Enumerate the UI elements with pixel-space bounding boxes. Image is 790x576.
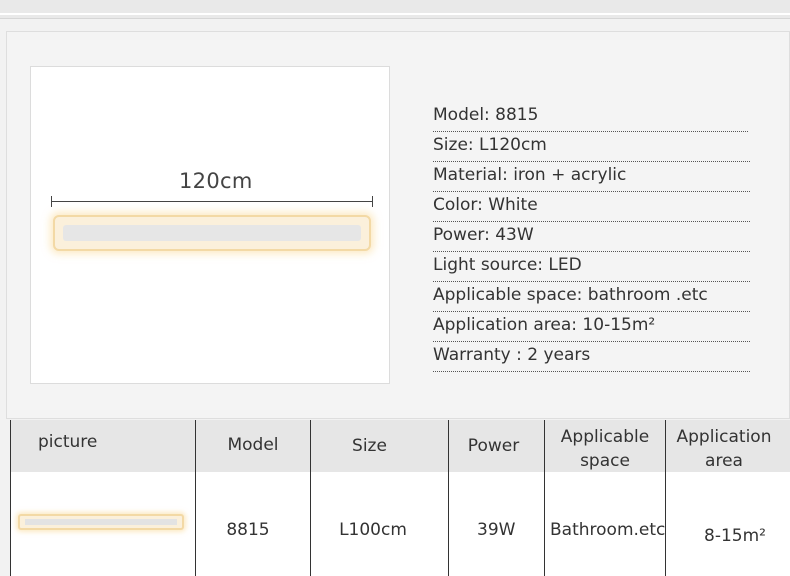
spec-list: Model: 8815 Size: L120cm Material: iron … (433, 102, 750, 372)
header-application-area-line1: Application (676, 427, 772, 447)
spec-size: Size: L120cm (433, 132, 750, 162)
dimension-label: 120cm (179, 169, 253, 193)
dimension-tick-left (51, 196, 52, 207)
lamp-image (53, 215, 371, 251)
spec-color: Color: White (433, 192, 750, 222)
header-applicable-space-line2: space (580, 451, 630, 471)
row-size: L100cm (339, 520, 407, 540)
table-divider (10, 420, 11, 576)
row-space: Bathroom.etc (550, 520, 666, 540)
top-banner-strip (0, 0, 790, 19)
spec-light-source: Light source: LED (433, 252, 750, 282)
header-applicable-space-line1: Applicable (560, 427, 650, 447)
header-applicable-space: Applicable space (545, 425, 665, 473)
dimension-tick-right (372, 196, 373, 207)
spec-applicable-space: Applicable space: bathroom .etc (433, 282, 750, 312)
row-area: 8-15m² (704, 526, 766, 546)
product-image-box: 120cm (30, 66, 390, 384)
header-application-area: Application area (666, 425, 782, 473)
spec-application-area: Application area: 10-15m² (433, 312, 750, 342)
spec-material: Material: iron + acrylic (433, 162, 750, 192)
header-picture: picture (38, 432, 98, 452)
product-table: picture Model Size Power Applicable spac… (10, 420, 790, 576)
row-model: 8815 (226, 520, 270, 540)
spec-power: Power: 43W (433, 222, 750, 252)
spec-warranty: Warranty : 2 years (433, 342, 750, 372)
header-application-area-line2: area (705, 451, 743, 471)
spec-model: Model: 8815 (433, 102, 748, 132)
row-lamp-thumbnail (18, 514, 184, 530)
header-size: Size (352, 436, 387, 456)
header-power: Power (467, 436, 520, 456)
dimension-line (51, 201, 373, 202)
header-model: Model (227, 435, 279, 455)
